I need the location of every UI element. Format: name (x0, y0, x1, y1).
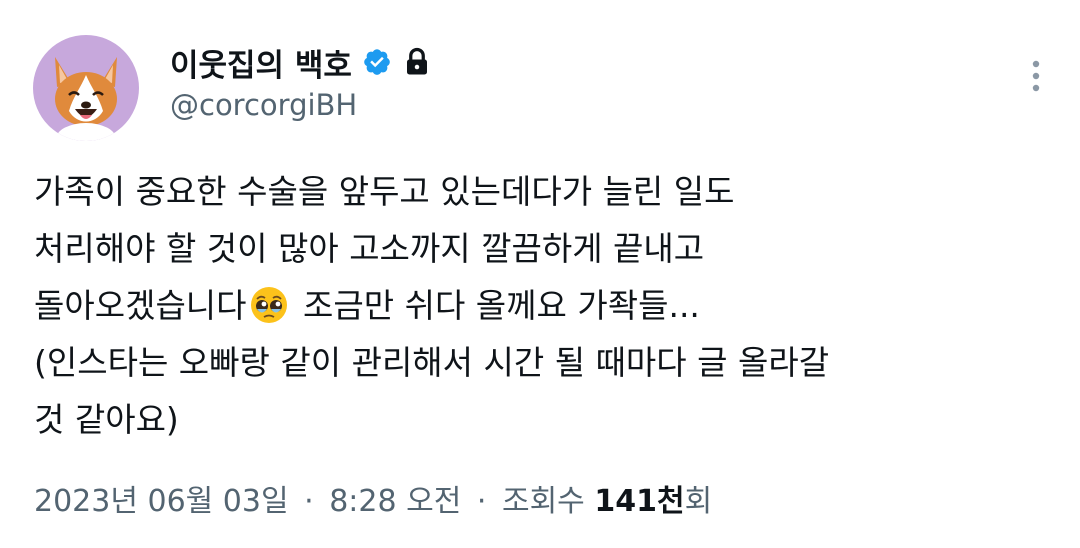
tweet-line-part: 조금만 쉬다 올께요 가좍들... (292, 286, 700, 325)
tweet-line: 처리해야 할 것이 많아 고소까지 깔끔하게 끝내고 (34, 229, 705, 268)
tweet-line: 돌아오겠습니다 조금만 쉬다 올께요 가좍들... (34, 277, 1064, 334)
display-name[interactable]: 이웃집의 백호 (170, 40, 352, 85)
author-name-row: 이웃집의 백호 (170, 40, 430, 84)
tweet-date[interactable]: 2023년 06월 03일 (34, 484, 289, 519)
views-label: 조회수 (501, 484, 585, 519)
views-count[interactable]: 141천 (594, 484, 684, 519)
views-suffix: 회 (684, 484, 713, 519)
tweet-meta: 2023년 06월 03일 · 8:28 오전 · 조회수 141천회 (34, 476, 712, 520)
meta-separator: · (476, 484, 487, 519)
lock-icon (404, 47, 430, 77)
tweet-text: 가족이 중요한 수술을 앞두고 있는데다가 늘린 일도 처리해야 할 것이 많아… (34, 163, 1064, 448)
tweet-line-part: 돌아오겠습니다 (34, 286, 247, 325)
pleading-face-emoji-icon (249, 285, 289, 325)
author-handle[interactable]: @corcorgiBH (170, 88, 357, 122)
tweet-line: 가족이 중요한 수술을 앞두고 있는데다가 늘린 일도 (34, 172, 735, 211)
avatar[interactable] (33, 35, 139, 141)
tweet-time[interactable]: 8:28 오전 (329, 484, 461, 519)
more-vertical-icon[interactable] (1028, 56, 1044, 96)
tweet-line: 것 같아요) (34, 400, 179, 439)
corgi-avatar-icon (33, 35, 139, 141)
meta-separator: · (304, 484, 314, 519)
tweet-line: (인스타는 오빠랑 같이 관리해서 시간 될 때마다 글 올라갈 (34, 343, 830, 382)
verified-badge-icon[interactable] (362, 47, 392, 77)
